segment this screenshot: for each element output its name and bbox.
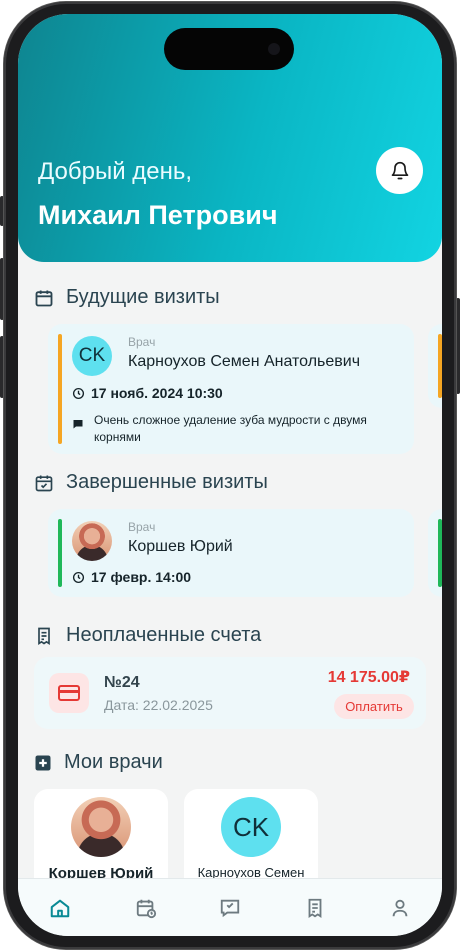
visit-status-bar — [438, 334, 442, 398]
medical-cross-icon — [35, 755, 51, 770]
upcoming-visit-card[interactable]: CK Врач Карноухов Семен Анатольевич 17 н… — [48, 324, 414, 454]
calendar-icon — [136, 899, 157, 919]
doctor-photo — [72, 521, 112, 561]
invoice-card[interactable]: №24 Дата: 22.02.2025 14 175.00₽ Оплатить — [34, 657, 426, 729]
clock-icon — [72, 387, 85, 399]
completed-visit-card[interactable]: Врач Коршев Юрий 17 февр. 14:00 — [48, 509, 414, 597]
nav-appointments[interactable] — [135, 897, 157, 919]
credit-card-icon — [58, 685, 80, 701]
phone-mockup: Добрый день, Михаил Петрович Будущие виз… — [0, 0, 460, 951]
my-doctors-section: Мои врачи — [34, 751, 163, 774]
visit-datetime-text: 17 февр. 14:00 — [91, 569, 192, 585]
notifications-button[interactable] — [376, 147, 423, 194]
chat-icon — [220, 899, 240, 918]
nav-profile[interactable] — [389, 897, 411, 919]
profile-icon — [392, 899, 408, 917]
doctor-name: Коршев Юрий — [128, 538, 233, 555]
greeting-text: Добрый день, — [38, 158, 193, 185]
section-title-doctors: Мои врачи — [64, 751, 163, 773]
dynamic-island — [164, 28, 294, 70]
unpaid-invoices-section: Неоплаченные счета — [34, 624, 261, 647]
doctor-name: Карноухов Семен Анатольевич — [128, 353, 361, 370]
clock-icon — [72, 571, 85, 583]
invoice-number: №24 — [104, 674, 140, 691]
calendar-check-icon — [35, 475, 53, 491]
calendar-icon — [35, 290, 53, 306]
bell-icon — [391, 161, 408, 179]
nav-messages[interactable] — [219, 897, 241, 919]
upcoming-visits-section: Будущие визиты — [34, 286, 220, 309]
next-completed-card-peek[interactable] — [428, 509, 442, 597]
visit-datetime: 17 февр. 14:00 — [72, 569, 191, 585]
visit-status-bar — [438, 519, 442, 587]
bottom-navigation — [18, 878, 442, 936]
visit-datetime: 17 нояб. 2024 10:30 — [72, 385, 223, 401]
doctor-avatar: CK — [72, 336, 112, 376]
receipt-icon — [38, 627, 50, 645]
next-visit-card-peek[interactable] — [428, 324, 442, 408]
comment-icon — [73, 420, 83, 429]
nav-invoices[interactable] — [304, 897, 326, 919]
visit-status-bar — [58, 334, 62, 444]
visit-note-text: Очень сложное удаление зуба мудрости с д… — [94, 413, 367, 444]
doctor-role-label: Врач — [128, 335, 156, 349]
section-title-upcoming: Будущие визиты — [66, 286, 220, 308]
doctor-photo — [71, 797, 131, 857]
greeting-header: Добрый день, Михаил Петрович — [18, 14, 442, 262]
invoice-date: Дата: 22.02.2025 — [104, 697, 213, 713]
receipt-icon — [308, 898, 322, 918]
user-name: Михаил Петрович — [38, 200, 278, 230]
section-title-invoices: Неоплаченные счета — [66, 624, 262, 646]
visit-status-bar — [58, 519, 62, 587]
invoice-icon-box — [49, 673, 89, 713]
completed-visits-section: Завершенные визиты — [34, 471, 268, 494]
home-icon — [50, 899, 70, 918]
visit-datetime-text: 17 нояб. 2024 10:30 — [91, 385, 223, 401]
nav-home[interactable] — [49, 897, 71, 919]
doctor-avatar: CK — [221, 797, 281, 857]
app-screen: Добрый день, Михаил Петрович Будущие виз… — [18, 14, 442, 936]
invoice-amount: 14 175.00₽ — [327, 669, 410, 686]
visit-note: Очень сложное удаление зуба мудрости с д… — [72, 412, 402, 446]
doctor-role-label: Врач — [128, 520, 156, 534]
section-title-completed: Завершенные визиты — [66, 471, 268, 493]
pay-button[interactable]: Оплатить — [334, 694, 414, 719]
power-button — [456, 298, 460, 394]
